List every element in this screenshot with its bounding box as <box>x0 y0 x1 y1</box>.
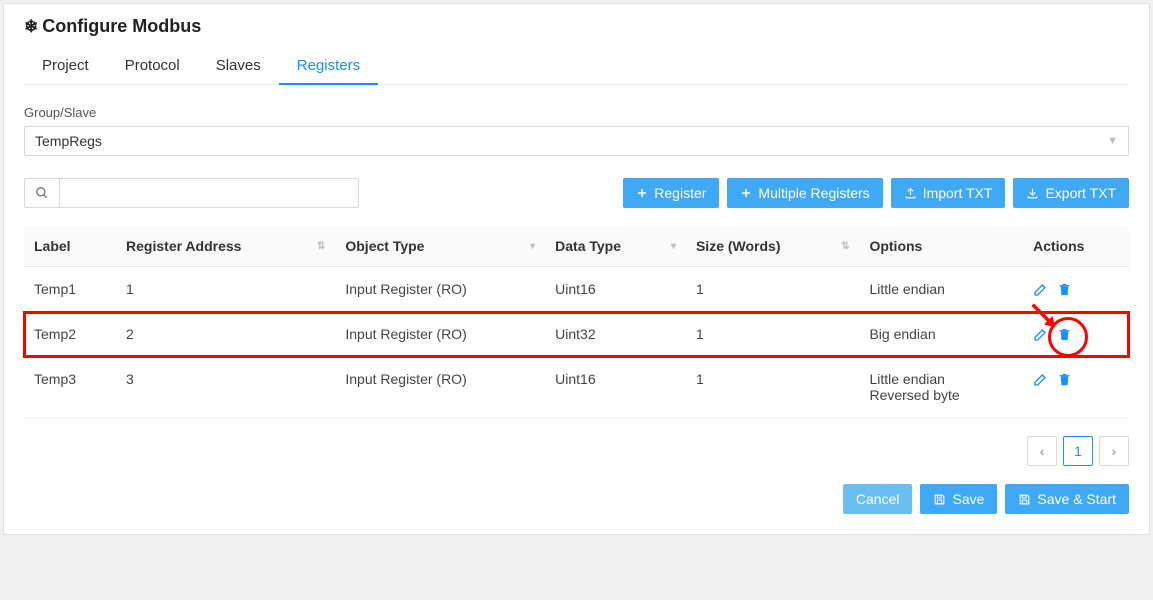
cell-label: Temp3 <box>24 357 116 418</box>
save-start-button[interactable]: Save & Start <box>1005 484 1129 514</box>
cell-address: 1 <box>116 267 335 312</box>
button-label: Cancel <box>856 491 900 507</box>
configure-modbus-window: ❄ Configure Modbus Project Protocol Slav… <box>3 3 1150 535</box>
table-row: Temp22Input Register (RO)Uint321Big endi… <box>24 312 1129 357</box>
page-title: ❄ Configure Modbus <box>24 16 1129 37</box>
import-txt-button[interactable]: Import TXT <box>891 178 1006 208</box>
cell-actions <box>1023 312 1129 357</box>
add-multiple-registers-button[interactable]: Multiple Registers <box>727 178 882 208</box>
cell-options: Little endian Reversed byte <box>859 357 1023 418</box>
groupslave-label: Group/Slave <box>24 105 1129 120</box>
delete-icon[interactable] <box>1057 372 1072 387</box>
registers-table: Label Register Address ⇅ Object Type ▾ Dat… <box>24 226 1129 418</box>
save-icon <box>1018 493 1031 506</box>
col-label-text: Label <box>34 238 71 254</box>
cell-options: Big endian <box>859 312 1023 357</box>
button-label: Register <box>654 185 706 201</box>
footer-buttons: Cancel Save Save & Start <box>24 484 1129 514</box>
col-actions: Actions <box>1023 226 1129 267</box>
button-label: Multiple Registers <box>758 185 869 201</box>
cell-object-type: Input Register (RO) <box>335 312 545 357</box>
save-button[interactable]: Save <box>920 484 997 514</box>
gear-icon: ❄ <box>24 17 38 37</box>
cell-size: 1 <box>686 267 859 312</box>
toolbar: Register Multiple Registers Import TXT E… <box>24 178 1129 208</box>
search-wrap <box>24 178 359 208</box>
tab-slaves[interactable]: Slaves <box>198 47 279 84</box>
col-options: Options <box>859 226 1023 267</box>
add-register-button[interactable]: Register <box>623 178 719 208</box>
page-number[interactable]: 1 <box>1063 436 1093 466</box>
cell-data-type: Uint16 <box>545 357 686 418</box>
edit-icon[interactable] <box>1033 371 1049 387</box>
col-address-text: Register Address <box>126 238 241 254</box>
search-icon <box>35 186 49 200</box>
col-label[interactable]: Label <box>24 226 116 267</box>
col-object-type[interactable]: Object Type ▾ <box>335 226 545 267</box>
cell-size: 1 <box>686 312 859 357</box>
cell-actions <box>1023 357 1129 418</box>
groupslave-select[interactable]: TempRegs ▼ <box>24 126 1129 156</box>
tab-project[interactable]: Project <box>24 47 107 84</box>
col-actions-text: Actions <box>1033 238 1084 254</box>
upload-icon <box>904 187 917 200</box>
download-icon <box>1026 187 1039 200</box>
filter-icon[interactable]: ▾ <box>530 241 535 252</box>
button-label: Import TXT <box>923 185 993 201</box>
chevron-down-icon: ▼ <box>1107 135 1118 147</box>
cell-data-type: Uint32 <box>545 312 686 357</box>
sort-icon[interactable]: ⇅ <box>841 241 849 252</box>
cancel-button[interactable]: Cancel <box>843 484 913 514</box>
plus-icon <box>636 187 648 199</box>
pagination: ‹ 1 › <box>24 436 1129 466</box>
filter-icon[interactable]: ▾ <box>671 241 676 252</box>
cell-label: Temp1 <box>24 267 116 312</box>
next-page-button[interactable]: › <box>1099 436 1129 466</box>
window-header: ❄ Configure Modbus Project Protocol Slav… <box>4 4 1149 85</box>
col-size[interactable]: Size (Words) ⇅ <box>686 226 859 267</box>
table-row: Temp33Input Register (RO)Uint161Little e… <box>24 357 1129 418</box>
button-label: Save & Start <box>1037 491 1116 507</box>
cell-object-type: Input Register (RO) <box>335 267 545 312</box>
search-input[interactable] <box>59 178 359 208</box>
cell-options: Little endian <box>859 267 1023 312</box>
plus-icon <box>740 187 752 199</box>
body: Group/Slave TempRegs ▼ Register Multiple… <box>4 85 1149 534</box>
col-object-type-text: Object Type <box>345 238 424 254</box>
cell-address: 3 <box>116 357 335 418</box>
sort-icon[interactable]: ⇅ <box>317 241 325 252</box>
delete-icon[interactable] <box>1057 282 1072 297</box>
groupslave-selected: TempRegs <box>35 133 102 149</box>
title-text: Configure Modbus <box>42 16 201 37</box>
col-options-text: Options <box>869 238 922 254</box>
edit-icon[interactable] <box>1033 281 1049 297</box>
tab-protocol[interactable]: Protocol <box>107 47 198 84</box>
cell-label: Temp2 <box>24 312 116 357</box>
cell-data-type: Uint16 <box>545 267 686 312</box>
save-icon <box>933 493 946 506</box>
toolbar-buttons: Register Multiple Registers Import TXT E… <box>623 178 1129 208</box>
prev-page-button[interactable]: ‹ <box>1027 436 1057 466</box>
col-size-text: Size (Words) <box>696 238 781 254</box>
button-label: Save <box>952 491 984 507</box>
table-row: Temp11Input Register (RO)Uint161Little e… <box>24 267 1129 312</box>
col-address[interactable]: Register Address ⇅ <box>116 226 335 267</box>
button-label: Export TXT <box>1045 185 1116 201</box>
export-txt-button[interactable]: Export TXT <box>1013 178 1129 208</box>
tab-bar: Project Protocol Slaves Registers <box>24 47 1129 85</box>
cell-address: 2 <box>116 312 335 357</box>
cell-size: 1 <box>686 357 859 418</box>
delete-icon[interactable] <box>1057 327 1072 342</box>
col-data-type[interactable]: Data Type ▾ <box>545 226 686 267</box>
col-data-type-text: Data Type <box>555 238 621 254</box>
search-button[interactable] <box>24 178 59 208</box>
tab-registers[interactable]: Registers <box>279 47 378 84</box>
cell-object-type: Input Register (RO) <box>335 357 545 418</box>
